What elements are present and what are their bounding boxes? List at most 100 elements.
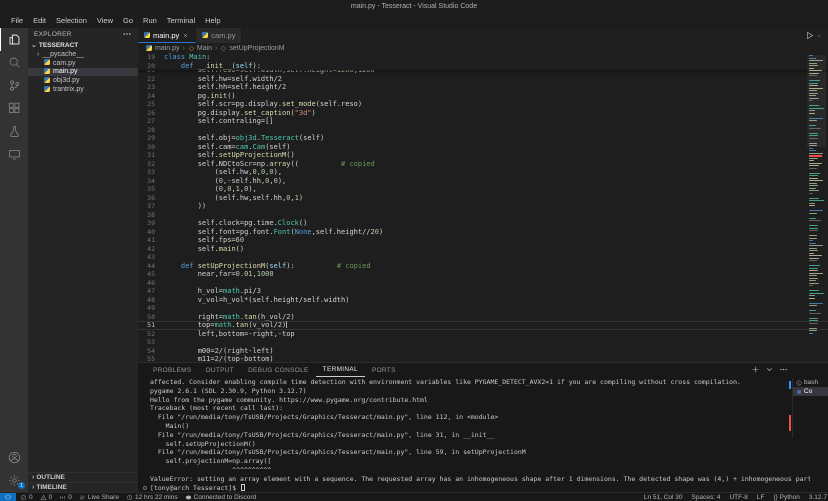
code-line-30[interactable]: 30 self.cam=cam.Cam(self) — [138, 143, 828, 152]
line-number[interactable]: 55 — [138, 355, 164, 362]
status-discord[interactable]: Connected to Discord — [185, 494, 257, 501]
terminal[interactable]: affected. Consider enabling compile time… — [142, 378, 810, 491]
activity-settings-icon[interactable]: 1 — [0, 469, 28, 492]
code-body[interactable]: 21 self.reso=self.width,self.height=1200… — [138, 53, 828, 362]
sticky-scroll[interactable]: 19class Main:20 def __init__(self): — [138, 53, 828, 70]
status-live-share[interactable]: Live Share — [79, 494, 119, 501]
activity-files-icon[interactable] — [0, 28, 28, 51]
code-line-32[interactable]: 32 self.NDCtoScr=np.array(( # copied — [138, 160, 828, 169]
status-broadcast[interactable]: 0 — [59, 494, 72, 501]
remote-indicator[interactable] — [0, 493, 16, 501]
line-number[interactable]: 41 — [138, 236, 164, 245]
panel-tab-terminal[interactable]: TERMINAL — [316, 363, 365, 377]
line-number[interactable]: 37 — [138, 202, 164, 211]
line-number[interactable]: 22 — [138, 75, 164, 84]
code-line-22[interactable]: 22 self.hw=self.width/2 — [138, 75, 828, 84]
code-line-41[interactable]: 41 self.fps=60 — [138, 236, 828, 245]
code-line-37[interactable]: 37 )) — [138, 202, 828, 211]
line-number[interactable]: 48 — [138, 296, 164, 305]
line-number[interactable]: 24 — [138, 92, 164, 101]
line-number[interactable]: 52 — [138, 330, 164, 339]
terminal-list-item-co[interactable]: Co — [793, 387, 828, 396]
code-line-35[interactable]: 35 (0,0,1,0), — [138, 185, 828, 194]
line-number[interactable]: 20 — [138, 62, 164, 71]
code-line-42[interactable]: 42 self.main() — [138, 245, 828, 254]
code-line-39[interactable]: 39 self.clock=pg.time.Clock() — [138, 219, 828, 228]
code-line-48[interactable]: 48 v_vol=h_vol*(self.height/self.width) — [138, 296, 828, 305]
code-line-46[interactable]: 46 — [138, 279, 828, 288]
code-line-34[interactable]: 34 (0,-self.hh,0,0), — [138, 177, 828, 186]
ellipsis-icon[interactable] — [779, 365, 788, 374]
menu-file[interactable]: File — [6, 16, 28, 25]
line-number[interactable]: 49 — [138, 304, 164, 313]
code-line-44[interactable]: 44 def setUpProjectionM(self): # copied — [138, 262, 828, 271]
code-line-36[interactable]: 36 (self.hw,self.hh,0,1) — [138, 194, 828, 203]
line-number[interactable]: 23 — [138, 83, 164, 92]
line-number[interactable]: 27 — [138, 117, 164, 126]
status-3-12-7-64-bit[interactable]: 3.12.7 64-bit — [809, 494, 828, 501]
sidebar-item-obj3d-py[interactable]: obj3d.py — [28, 76, 138, 85]
line-number[interactable]: 47 — [138, 287, 164, 296]
status-spaces-4[interactable]: Spaces: 4 — [692, 494, 721, 501]
minimap[interactable] — [809, 55, 826, 362]
line-number[interactable]: 46 — [138, 279, 164, 288]
line-number[interactable]: 28 — [138, 126, 164, 135]
panel-tab-problems[interactable]: PROBLEMS — [146, 363, 199, 377]
line-number[interactable]: 29 — [138, 134, 164, 143]
line-number[interactable]: 26 — [138, 109, 164, 118]
plus-icon[interactable] — [751, 365, 760, 374]
sidebar-item--pycache-[interactable]: ›__pycache__ — [28, 50, 138, 59]
activity-extensions-icon[interactable] — [0, 97, 28, 120]
status-ln-51-col-30[interactable]: Ln 51, Col 30 — [644, 494, 683, 501]
code-line-47[interactable]: 47 h_vol=math.pi/3 — [138, 287, 828, 296]
line-number[interactable]: 42 — [138, 245, 164, 254]
menu-go[interactable]: Go — [118, 16, 138, 25]
activity-source-control-icon[interactable] — [0, 74, 28, 97]
code-line-27[interactable]: 27 self.contraling=[] — [138, 117, 828, 126]
line-number[interactable]: 19 — [138, 53, 164, 62]
activity-search-icon[interactable] — [0, 51, 28, 74]
line-number[interactable]: 51 — [138, 321, 164, 330]
status-clock[interactable]: 12 hrs 22 mins — [126, 494, 178, 501]
menu-edit[interactable]: Edit — [28, 16, 51, 25]
code-line-49[interactable]: 49 — [138, 304, 828, 313]
close-icon[interactable] — [182, 32, 189, 39]
line-number[interactable]: 38 — [138, 211, 164, 220]
code-line-25[interactable]: 25 self.scr=pg.display.set_mode(self.res… — [138, 100, 828, 109]
sidebar-section-timeline[interactable]: ›TIMELINE — [28, 482, 138, 492]
activity-remote-explorer-icon[interactable] — [0, 143, 28, 166]
code-editor[interactable]: 21 self.reso=self.width,self.height=1200… — [138, 53, 828, 362]
menu-selection[interactable]: Selection — [51, 16, 92, 25]
code-line-24[interactable]: 24 pg.init() — [138, 92, 828, 101]
code-line-51[interactable]: 51 top=math.tan(v_vol/2) — [138, 321, 828, 330]
chevron-down-icon[interactable] — [765, 365, 774, 374]
line-number[interactable]: 35 — [138, 185, 164, 194]
code-line-31[interactable]: 31 self.setUpProjectionM() — [138, 151, 828, 160]
breadcrumb-item-main.py[interactable]: main.py — [146, 45, 180, 52]
status-error[interactable]: 0 — [20, 494, 33, 501]
breadcrumb-item-main[interactable]: Main — [188, 45, 212, 52]
code-line-40[interactable]: 40 self.font=pg.font.Font(None,self.heig… — [138, 228, 828, 237]
code-line-50[interactable]: 50 right=math.tan(h_vol/2) — [138, 313, 828, 322]
code-line-23[interactable]: 23 self.hh=self.height/2 — [138, 83, 828, 92]
line-number[interactable]: 31 — [138, 151, 164, 160]
code-line-33[interactable]: 33 (self.hw,0,0,0), — [138, 168, 828, 177]
line-number[interactable]: 39 — [138, 219, 164, 228]
activity-testing-icon[interactable] — [0, 120, 28, 143]
terminal-list-item-bash[interactable]: bash — [793, 378, 828, 387]
status-warning[interactable]: 0 — [40, 494, 53, 501]
code-line-20[interactable]: 20 def __init__(self): — [138, 62, 828, 71]
line-number[interactable]: 40 — [138, 228, 164, 237]
line-number[interactable]: 53 — [138, 338, 164, 347]
run-icon[interactable] — [805, 31, 814, 40]
panel-tab-debug-console[interactable]: DEBUG CONSOLE — [241, 363, 316, 377]
status-utf-8[interactable]: UTF-8 — [729, 494, 747, 501]
tab-cam-py[interactable]: cam.py — [196, 28, 242, 43]
line-number[interactable]: 30 — [138, 143, 164, 152]
line-number[interactable]: 44 — [138, 262, 164, 271]
menu-run[interactable]: Run — [138, 16, 162, 25]
line-number[interactable]: 32 — [138, 160, 164, 169]
panel-tab-ports[interactable]: PORTS — [365, 363, 403, 377]
line-number[interactable]: 45 — [138, 270, 164, 279]
menu-help[interactable]: Help — [200, 16, 225, 25]
